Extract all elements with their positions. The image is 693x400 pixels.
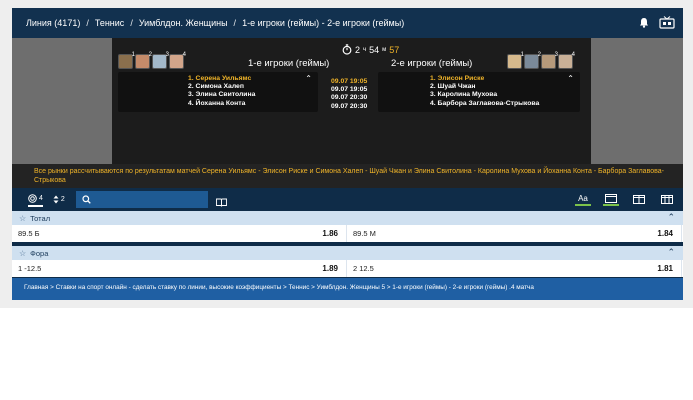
outcome-label: 89.5 Б — [18, 229, 40, 238]
outcome-odd: 1.84 — [657, 229, 673, 238]
timer-hours-unit: ч — [363, 46, 367, 53]
match-date: 09.07 20:30 — [331, 94, 368, 102]
market-row-handicap: 1 -12.5 1.89 2 12.5 1.81 — [12, 260, 683, 277]
player-avatar: 3 — [152, 52, 169, 69]
browser-frame: Линия (4171) / Теннис / Уимблдон. Женщин… — [0, 0, 693, 308]
three-column-icon[interactable] — [659, 192, 675, 206]
team2-avatars: 1 2 3 4 — [507, 52, 575, 69]
star-icon[interactable]: ☆ — [19, 249, 26, 258]
breadcrumb-bar: Линия (4171) / Теннис / Уимблдон. Женщин… — [12, 8, 683, 38]
search-input[interactable] — [96, 195, 206, 204]
breadcrumb-wimbledon[interactable]: Уимблдон. Женщины — [139, 18, 228, 28]
market-row-total: 89.5 Б 1.86 89.5 М 1.84 — [12, 225, 683, 242]
breadcrumb-line[interactable]: Линия (4171) — [26, 18, 80, 28]
market-search[interactable] — [76, 191, 208, 208]
bell-icon[interactable] — [639, 17, 649, 30]
market-header-handicap[interactable]: ☆ Фора ⌃ — [12, 246, 683, 260]
team2-player: 1. Элисон Риске — [430, 75, 485, 82]
breadcrumb-separator: / — [86, 18, 89, 28]
market-title: Фора — [30, 248, 49, 258]
betting-widget: Линия (4171) / Теннис / Уимблдон. Женщин… — [12, 8, 683, 300]
settlement-notice: Все рынки рассчитываются по результатам … — [12, 164, 683, 188]
team1-player: 3. Элина Свитолина — [188, 91, 256, 99]
team2-player-list[interactable]: 1. Элисон Риске 2. Шуай Чжан 3. Каролина… — [378, 72, 580, 112]
sort-filter[interactable]: 2 — [53, 195, 65, 204]
outcome-label: 89.5 М — [353, 229, 376, 238]
team2-player: 4. Барбора Заглавова-Стрыкова — [430, 99, 540, 107]
sort-count: 2 — [60, 195, 65, 203]
timer-value: 54 — [369, 44, 380, 55]
outcome-odd: 1.81 — [657, 264, 673, 273]
market-header-total[interactable]: ☆ Тотал ⌃ — [12, 211, 683, 225]
tv-icon[interactable] — [659, 16, 675, 31]
single-column-icon[interactable] — [603, 192, 619, 206]
timer-minutes-unit: м — [382, 46, 387, 53]
market-toolbar: 4 2 Aa — [12, 188, 683, 210]
stopwatch-icon — [342, 44, 352, 55]
outcome-cell[interactable]: 89.5 М 1.84 — [347, 225, 682, 242]
outcome-label: 1 -12.5 — [18, 264, 42, 273]
match-date: 09.07 20:30 — [331, 102, 368, 110]
target-icon — [28, 193, 37, 203]
player-avatar: 4 — [558, 52, 575, 69]
outcome-cell[interactable]: 1 -12.5 1.89 — [12, 260, 347, 277]
collapse-icon[interactable]: ⌃ — [667, 247, 675, 258]
player-avatar: 1 — [507, 52, 524, 69]
player-avatar: 1 — [118, 52, 135, 69]
collapse-icon[interactable]: ⌃ — [667, 212, 675, 223]
player-avatar: 4 — [169, 52, 186, 69]
outcome-cell[interactable]: 89.5 Б 1.86 — [12, 225, 347, 242]
outcome-cell[interactable]: 2 12.5 1.81 — [347, 260, 682, 277]
scoreboard-right-backdrop — [591, 38, 683, 164]
scoreboard: 2 ч 54 м 57 1 2 3 4 1-е игроки (геймы) 1… — [12, 38, 683, 164]
outcome-odd: 1.89 — [322, 264, 338, 273]
team1-player: 1. Серена Уильямс — [188, 75, 252, 82]
breadcrumb-event: 1-е игроки (геймы) - 2-е игроки (геймы) — [242, 18, 405, 28]
sort-icon — [53, 195, 59, 203]
breadcrumb-separator: / — [130, 18, 133, 28]
team1-avatars: 1 2 3 4 — [118, 52, 186, 69]
chevron-up-icon[interactable]: ⌃ — [305, 74, 312, 83]
timer-hours: 2 — [355, 44, 361, 55]
two-column-icon[interactable] — [631, 192, 647, 206]
breadcrumb-separator: / — [233, 18, 237, 28]
player-avatar: 3 — [541, 52, 558, 69]
search-icon — [82, 195, 91, 204]
player-avatar: 2 — [135, 52, 152, 69]
font-size-icon[interactable]: Aa — [575, 192, 591, 206]
chevron-up-icon[interactable]: ⌃ — [567, 74, 574, 83]
team2-player: 3. Каролина Мухова — [430, 91, 498, 99]
market-title: Тотал — [30, 213, 51, 223]
footer-breadcrumb[interactable]: Главная > Ставки на спорт онлайн - сдела… — [12, 278, 683, 300]
all-markets-count: 4 — [39, 194, 43, 202]
match-timer: 2 ч 54 м 57 — [342, 44, 399, 55]
star-icon[interactable]: ☆ — [19, 214, 26, 223]
team2-player: 2. Шуай Чжан — [430, 83, 476, 91]
all-markets-filter[interactable]: 4 — [28, 193, 43, 207]
team1-player: 2. Симона Халеп — [188, 83, 244, 91]
timer-minutes: 57 — [389, 44, 400, 55]
outcome-odd: 1.86 — [322, 229, 338, 238]
scoreboard-center: 2 ч 54 м 57 1 2 3 4 1-е игроки (геймы) 1… — [112, 38, 591, 164]
scoreboard-left-backdrop — [12, 38, 112, 164]
team1-player-list[interactable]: 1. Серена Уильямс 2. Симона Халеп 3. Эли… — [118, 72, 318, 112]
breadcrumb-tennis[interactable]: Теннис — [95, 18, 124, 28]
player-avatar: 2 — [524, 52, 541, 69]
match-date: 09.07 19:05 — [331, 78, 368, 85]
match-date: 09.07 19:05 — [331, 86, 368, 94]
team1-player: 4. Йоханна Конта — [188, 99, 246, 107]
match-dates: 09.07 19:05 09.07 19:05 09.07 20:30 09.0… — [331, 78, 367, 111]
team1-title: 1-е игроки (геймы) — [248, 58, 330, 69]
view-switcher: Aa — [575, 192, 675, 206]
team2-title: 2-е игроки (геймы) — [391, 58, 473, 69]
outcome-label: 2 12.5 — [353, 264, 374, 273]
